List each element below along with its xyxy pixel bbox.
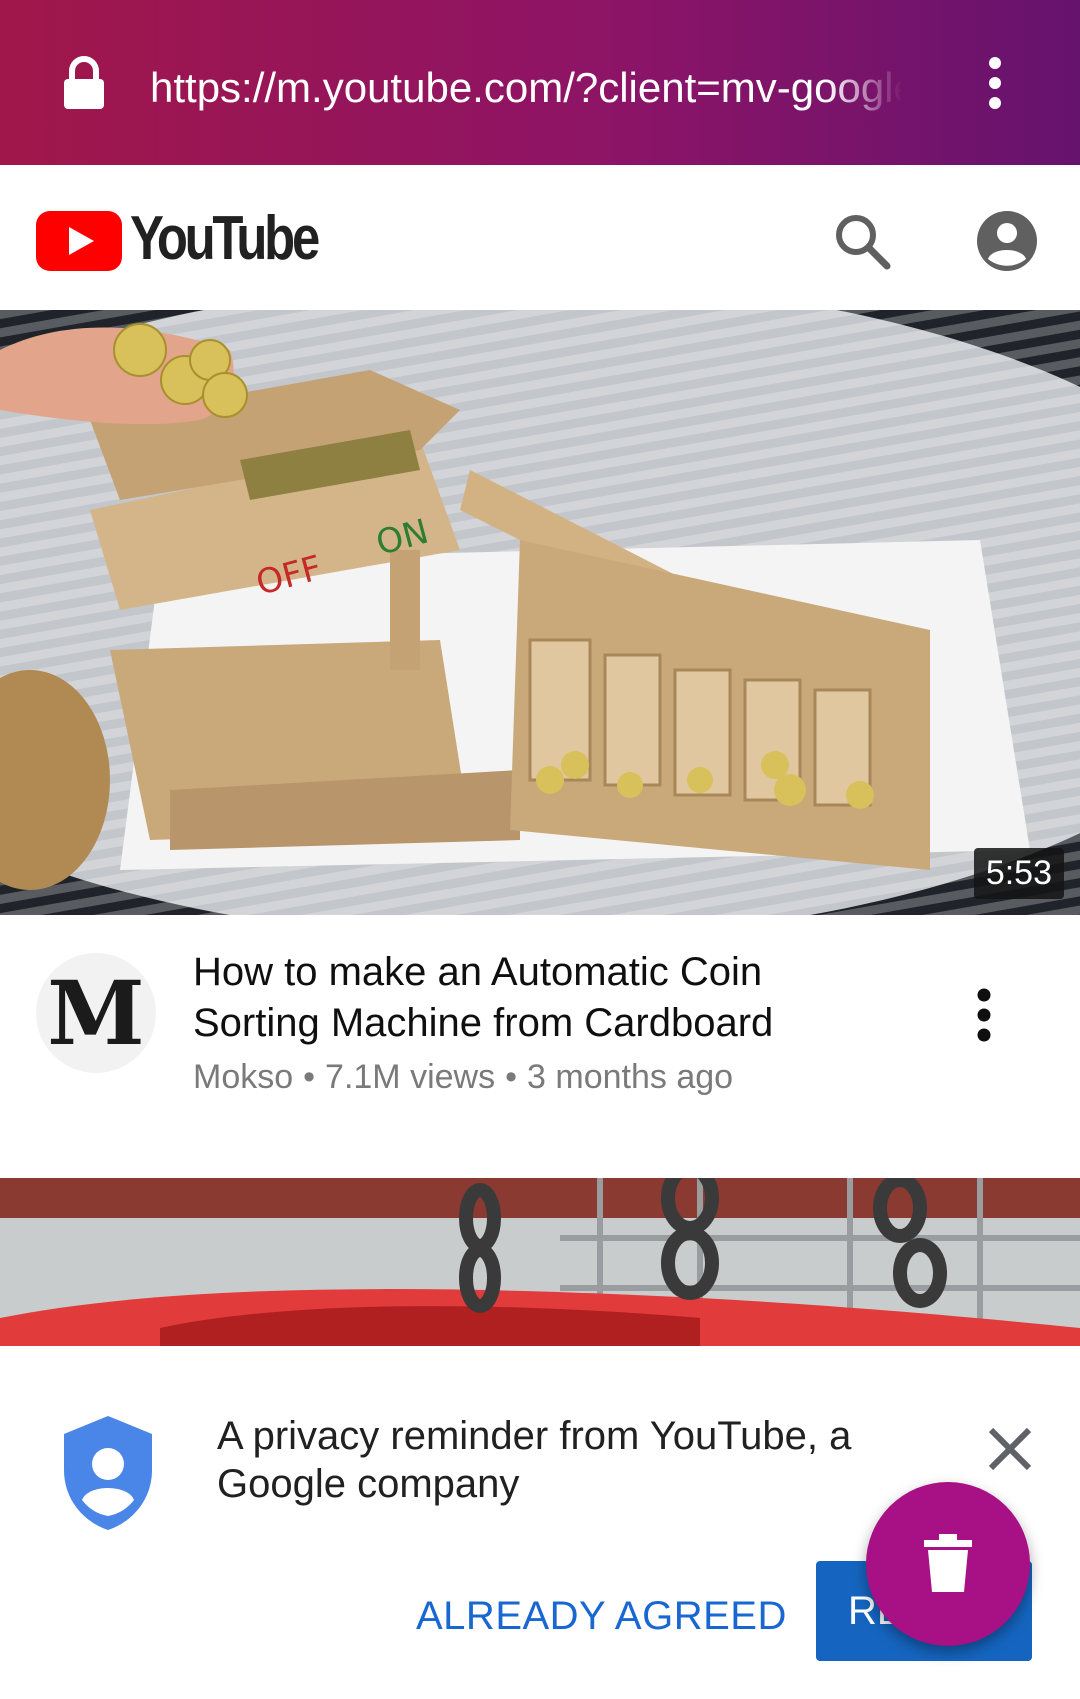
video-details[interactable]: M How to make an Automatic Coin Sorting …: [0, 915, 1080, 1175]
coin-sorter-thumbnail-image: OFF ON: [0, 310, 1080, 915]
meta-separator: •: [303, 1058, 316, 1096]
meta-separator: •: [505, 1058, 518, 1096]
more-vert-icon[interactable]: [975, 55, 1015, 111]
url-field[interactable]: https://m.youtube.com/?client=mv-google: [150, 58, 902, 118]
view-count: 7.1M views: [325, 1058, 496, 1096]
video-title[interactable]: How to make an Automatic Coin Sorting Ma…: [193, 947, 893, 1049]
youtube-header: YouTube: [0, 165, 1080, 311]
channel-name: Mokso: [193, 1058, 294, 1096]
channel-avatar[interactable]: M: [36, 953, 156, 1073]
close-icon[interactable]: [985, 1424, 1035, 1474]
account-circle-icon[interactable]: [975, 209, 1039, 273]
chain-thumbnail-image: [0, 1178, 1080, 1346]
video-more-vert-icon[interactable]: [960, 985, 1008, 1045]
video-thumbnail[interactable]: [0, 1178, 1080, 1346]
already-agreed-button[interactable]: ALREADY AGREED: [400, 1581, 803, 1651]
channel-avatar-letter: M: [47, 961, 145, 1065]
lock-icon: [64, 56, 104, 109]
upload-age: 3 months ago: [527, 1058, 734, 1096]
shield-account-icon: [64, 1416, 152, 1530]
video-metadata: Mokso • 7.1M views • 3 months ago: [193, 1058, 733, 1097]
trash-icon: [924, 1534, 972, 1592]
youtube-logo-text[interactable]: YouTube: [130, 203, 320, 274]
browser-toolbar: https://m.youtube.com/?client=mv-google: [0, 0, 1080, 165]
privacy-reminder-message: A privacy reminder from YouTube, a Googl…: [217, 1414, 852, 1506]
youtube-play-logo-icon[interactable]: [36, 211, 122, 271]
video-thumbnail[interactable]: OFF ON 5:53: [0, 310, 1080, 915]
search-icon[interactable]: [832, 211, 892, 271]
delete-fab-button[interactable]: [866, 1482, 1030, 1646]
video-duration-badge: 5:53: [973, 848, 1064, 899]
